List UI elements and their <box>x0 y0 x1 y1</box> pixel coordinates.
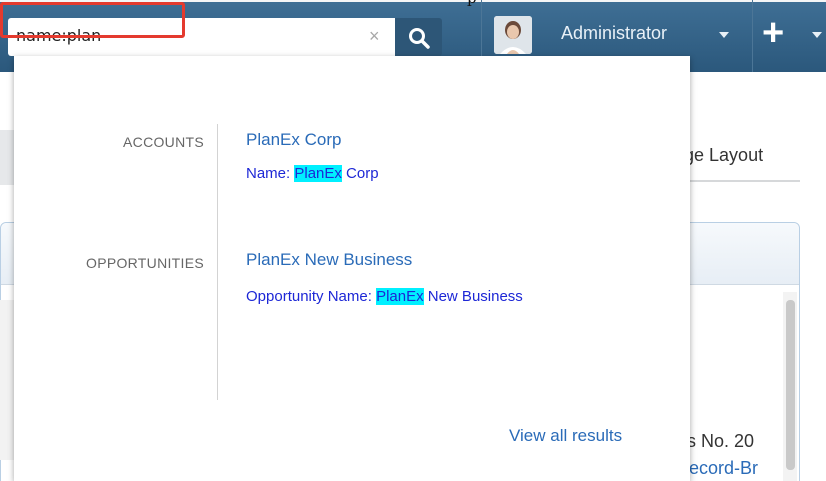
background-left-stub <box>0 300 14 460</box>
result-account-title[interactable]: PlanEx Corp <box>246 130 341 150</box>
strip-text: p <box>467 0 477 7</box>
section-label-opportunities: OPPORTUNITIES <box>86 255 204 271</box>
result-account-detail[interactable]: Name: PlanEx Corp <box>246 159 576 189</box>
background-scroll-thumb[interactable] <box>786 300 795 470</box>
detail-prefix: Name: <box>246 165 295 182</box>
results-divider <box>217 124 218 400</box>
background-row-text: s No. 20 <box>687 431 755 451</box>
section-label-accounts: ACCOUNTS <box>123 134 204 150</box>
user-menu-chevron-down-icon[interactable] <box>719 32 729 38</box>
screen: p name:plan × Administrator + <box>0 0 826 481</box>
background-tab <box>0 130 14 185</box>
search-field-highlight <box>0 2 185 38</box>
search-results-dropdown: ACCOUNTS PlanEx Corp Name: PlanEx Corp O… <box>14 56 690 481</box>
person-icon <box>494 16 532 54</box>
match-highlight: PlanEx <box>294 165 342 182</box>
match-highlight: PlanEx <box>376 288 424 305</box>
quick-create-chevron-down-icon[interactable] <box>812 32 822 38</box>
detail-suffix: Corp <box>341 165 379 182</box>
user-menu-label[interactable]: Administrator <box>561 23 667 44</box>
background-row-link[interactable]: ecord-Br <box>689 458 758 479</box>
detail-prefix: Opportunity Name: <box>246 288 377 305</box>
search-button[interactable] <box>395 18 442 56</box>
result-opportunity-detail[interactable]: Opportunity Name: PlanEx New Business <box>246 282 566 312</box>
result-opportunity-title[interactable]: PlanEx New Business <box>246 250 412 270</box>
search-icon <box>409 28 430 49</box>
clear-search-icon[interactable]: × <box>369 26 380 46</box>
quick-create-plus-icon[interactable]: + <box>762 14 784 52</box>
view-all-results-link[interactable]: View all results <box>509 426 622 446</box>
nav-separator <box>752 0 753 72</box>
detail-suffix: New Business <box>423 288 523 305</box>
user-avatar[interactable] <box>494 16 532 54</box>
